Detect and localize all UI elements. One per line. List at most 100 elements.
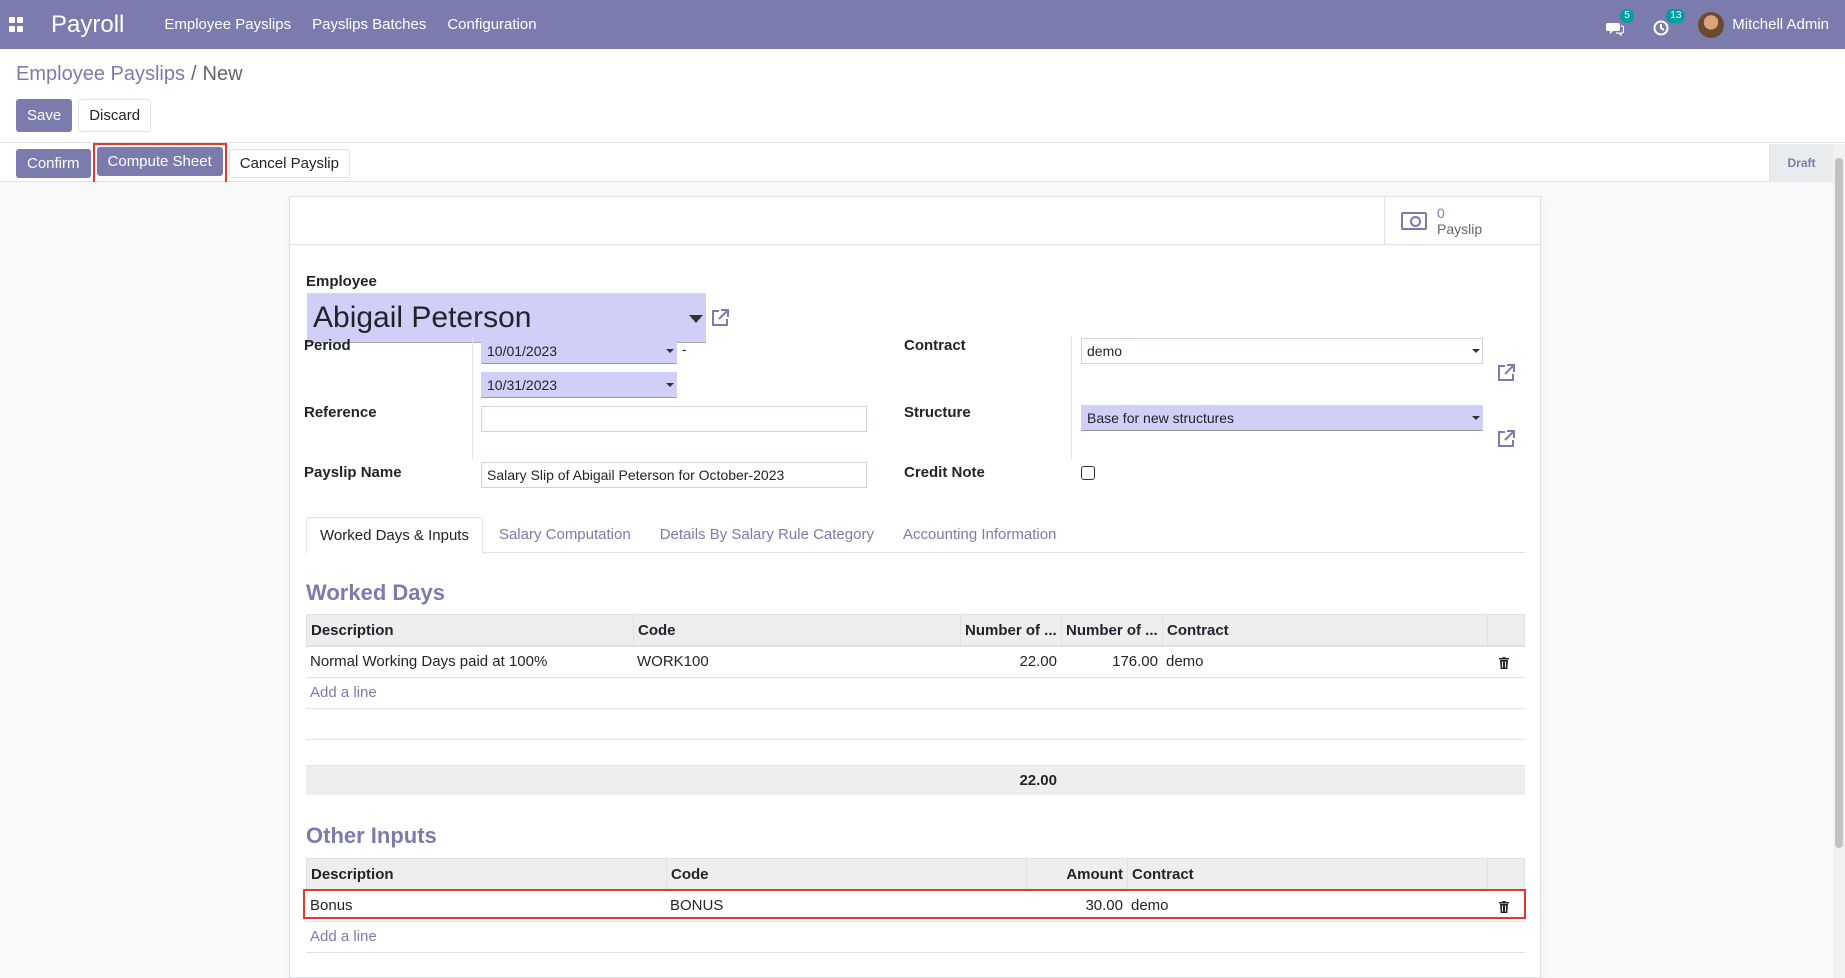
money-icon bbox=[1401, 212, 1427, 230]
other-inputs-title: Other Inputs bbox=[306, 823, 437, 848]
period-label: Period bbox=[304, 337, 351, 354]
user-avatar[interactable] bbox=[1698, 11, 1725, 38]
breadcrumb-separator: / bbox=[190, 63, 197, 85]
column-code[interactable]: Code bbox=[634, 615, 961, 646]
table-row[interactable]: Normal Working Days paid at 100% WORK100… bbox=[306, 647, 1525, 678]
chevron-down-icon bbox=[1472, 349, 1480, 353]
employee-label: Employee bbox=[306, 273, 377, 290]
period-from-input[interactable]: 10/01/2023 bbox=[481, 338, 677, 364]
cancel-payslip-button[interactable]: Cancel Payslip bbox=[228, 149, 350, 178]
external-link-icon[interactable] bbox=[1495, 428, 1517, 450]
trash-icon[interactable] bbox=[1499, 657, 1509, 669]
notebook-tabs: Worked Days & Inputs Salary Computation … bbox=[306, 517, 1525, 554]
chevron-down-icon bbox=[666, 349, 674, 353]
user-name[interactable]: Mitchell Admin bbox=[1732, 16, 1829, 33]
period-to-value: 10/31/2023 bbox=[487, 377, 558, 393]
breadcrumb: Employee Payslips / New bbox=[16, 63, 243, 86]
column-contract[interactable]: Contract bbox=[1163, 615, 1488, 646]
add-line-row: Add a line bbox=[306, 678, 1525, 709]
column-description[interactable]: Description bbox=[307, 859, 667, 890]
column-code[interactable]: Code bbox=[667, 859, 1027, 890]
chevron-down-icon bbox=[1472, 416, 1480, 420]
form-sheet: 0 Payslip Employee Abigail Peterson Peri… bbox=[289, 196, 1541, 978]
add-line-link[interactable]: Add a line bbox=[306, 922, 381, 952]
column-contract[interactable]: Contract bbox=[1128, 859, 1488, 890]
credit-note-label: Credit Note bbox=[904, 464, 985, 481]
employee-field[interactable]: Abigail Peterson bbox=[307, 293, 706, 343]
empty-row bbox=[306, 709, 1525, 740]
reference-input[interactable] bbox=[481, 406, 867, 432]
confirm-button[interactable]: Confirm bbox=[16, 149, 91, 178]
menu-payslips-batches[interactable]: Payslips Batches bbox=[312, 16, 426, 33]
worked-days-table: Description Code Number of ... Number of… bbox=[306, 614, 1525, 795]
column-amount[interactable]: Amount bbox=[1027, 859, 1128, 890]
activities-badge: 13 bbox=[1666, 8, 1686, 23]
menu-employee-payslips[interactable]: Employee Payslips bbox=[164, 16, 291, 33]
chevron-down-icon bbox=[666, 383, 674, 387]
activities-button[interactable]: 13 bbox=[1652, 8, 1686, 35]
status-draft[interactable]: Draft bbox=[1769, 144, 1833, 182]
payslip-count-value: 0 bbox=[1437, 205, 1445, 221]
worked-days-header: Description Code Number of ... Number of… bbox=[306, 614, 1525, 647]
status-bar: Confirm Compute Sheet Cancel Payslip Dra… bbox=[0, 143, 1833, 184]
reference-label: Reference bbox=[304, 404, 377, 421]
payslip-count-button[interactable]: 0 Payslip bbox=[1384, 197, 1540, 245]
worked-days-title: Worked Days bbox=[306, 580, 445, 605]
total-days: 22.00 bbox=[1019, 772, 1057, 789]
contract-label: Contract bbox=[904, 337, 966, 354]
structure-label: Structure bbox=[904, 404, 971, 421]
employee-dropdown-icon[interactable] bbox=[689, 315, 703, 323]
systray: 5 13 Mitchell Admin bbox=[1606, 0, 1829, 49]
structure-value: Base for new structures bbox=[1087, 410, 1235, 426]
external-link-icon[interactable] bbox=[709, 307, 731, 329]
control-panel: Employee Payslips / New Save Discard bbox=[0, 49, 1845, 143]
contract-value: demo bbox=[1087, 343, 1123, 359]
main-menu: Employee Payslips Payslips Batches Confi… bbox=[164, 16, 557, 33]
tab-salary-computation[interactable]: Salary Computation bbox=[486, 517, 644, 552]
row-contract: demo bbox=[1166, 653, 1204, 670]
form-buttons: Save Discard bbox=[16, 99, 152, 132]
other-inputs-table: Description Code Amount Contract Bonus B… bbox=[303, 858, 1526, 978]
add-line-row: Add a line bbox=[306, 922, 1525, 953]
app-title[interactable]: Payroll bbox=[51, 11, 124, 39]
credit-note-checkbox[interactable] bbox=[1081, 466, 1095, 480]
save-button[interactable]: Save bbox=[16, 99, 73, 132]
button-box: 0 Payslip bbox=[290, 197, 1540, 245]
period-to-input[interactable]: 10/31/2023 bbox=[481, 372, 677, 398]
messages-button[interactable]: 5 bbox=[1606, 8, 1634, 36]
period-separator: - bbox=[682, 341, 687, 357]
tab-details-by-salary-rule-category[interactable]: Details By Salary Rule Category bbox=[647, 517, 887, 552]
menu-configuration[interactable]: Configuration bbox=[447, 16, 536, 33]
payslip-name-label-visible: Payslip Name bbox=[304, 464, 402, 481]
compute-sheet-button[interactable]: Compute Sheet bbox=[96, 147, 223, 176]
scrollbar-thumb[interactable] bbox=[1835, 158, 1843, 848]
scrollbar[interactable] bbox=[1833, 144, 1845, 978]
column-number-of-hours[interactable]: Number of ... bbox=[1062, 615, 1163, 646]
breadcrumb-current: New bbox=[202, 63, 243, 85]
apps-menu-icon[interactable] bbox=[9, 16, 25, 33]
other-inputs-header: Description Code Amount Contract bbox=[306, 858, 1525, 891]
row-hours: 176.00 bbox=[1112, 653, 1158, 670]
tab-worked-days-inputs[interactable]: Worked Days & Inputs bbox=[306, 517, 483, 554]
messages-badge: 5 bbox=[1620, 8, 1634, 23]
structure-select[interactable]: Base for new structures bbox=[1081, 405, 1483, 431]
discard-button[interactable]: Discard bbox=[78, 99, 152, 132]
add-line-link[interactable]: Add a line bbox=[306, 678, 381, 708]
tab-accounting-information[interactable]: Accounting Information bbox=[890, 517, 1069, 552]
payslip-name-input[interactable]: Salary Slip of Abigail Peterson for Octo… bbox=[481, 462, 867, 488]
external-link-icon[interactable] bbox=[1495, 362, 1517, 384]
header-buttons: Confirm Compute Sheet Cancel Payslip bbox=[16, 143, 350, 184]
compute-sheet-highlight: Compute Sheet bbox=[92, 143, 227, 184]
contract-select[interactable]: demo bbox=[1081, 338, 1483, 364]
column-number-of-days[interactable]: Number of ... bbox=[961, 615, 1062, 646]
empty-row bbox=[306, 953, 1525, 978]
breadcrumb-parent[interactable]: Employee Payslips bbox=[16, 63, 185, 85]
payslip-count-label: Payslip bbox=[1437, 221, 1483, 237]
bonus-row-highlight bbox=[303, 889, 1526, 919]
right-divider bbox=[1071, 337, 1072, 459]
column-description[interactable]: Description bbox=[307, 615, 634, 646]
worked-days-footer: 22.00 bbox=[306, 765, 1525, 795]
payslip-name-label-text: Payslip Name bbox=[304, 464, 402, 481]
row-days: 22.00 bbox=[1019, 653, 1057, 670]
employee-value: Abigail Peterson bbox=[313, 300, 532, 334]
